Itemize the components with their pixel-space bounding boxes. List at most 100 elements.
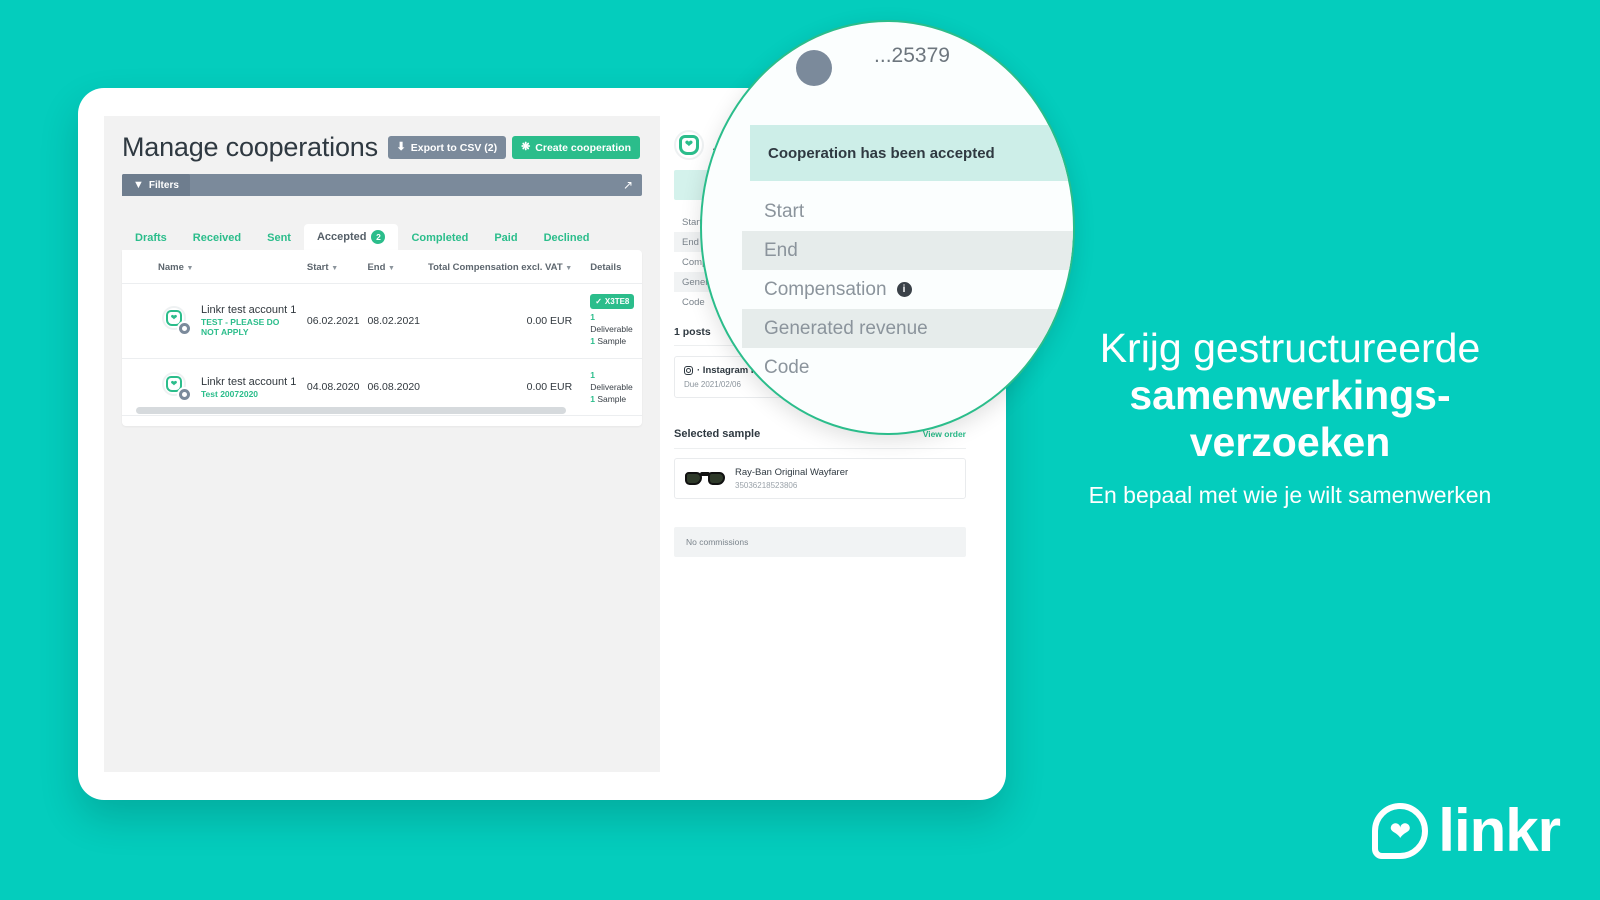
magnified-field-compensation-label: Compensation — [764, 278, 887, 300]
column-details-label: Details — [590, 262, 622, 273]
tab-sent-label: Sent — [267, 232, 291, 244]
sample-count-row: 1 Sample — [590, 335, 638, 347]
sample-count-row: 1 Sample — [590, 393, 638, 405]
column-end-label: End — [367, 262, 386, 273]
create-cooperation-button[interactable]: ❋ Create cooperation — [512, 136, 640, 159]
sort-caret-icon: ▼ — [565, 265, 573, 272]
column-compensation[interactable]: Total Compensation excl. VAT ▼ — [424, 250, 577, 284]
plus-circle-icon: ❋ — [521, 141, 531, 153]
tab-sent[interactable]: Sent — [254, 226, 304, 250]
magnified-field-end-label: End — [764, 239, 798, 261]
chat-bubble-icon — [177, 387, 192, 402]
expand-arrows-icon[interactable]: ↗ — [623, 178, 642, 192]
tab-paid-label: Paid — [494, 232, 518, 244]
row-account-name: Linkr test account 1 — [201, 304, 297, 317]
deliverable-count-row: 1 Deliverable — [590, 369, 638, 394]
cell-details: ✓ X3TE8 1 Deliverable 1 Sample — [576, 283, 642, 359]
deliverable-label: Deliverable — [590, 381, 633, 392]
download-icon: ⬇ — [396, 141, 406, 153]
tab-paid[interactable]: Paid — [481, 226, 530, 250]
info-icon[interactable]: i — [896, 282, 912, 297]
row-campaign-name[interactable]: TEST - PLEASE DO NOT APPLY — [201, 317, 299, 337]
table-row[interactable]: ❤ Linkr test account 1 TEST - PLEASE DO … — [122, 283, 642, 359]
deliverable-count: 1 — [590, 369, 595, 380]
row-campaign-name[interactable]: Test 20072020 — [201, 389, 296, 399]
instagram-icon — [684, 366, 693, 375]
tab-declined[interactable]: Declined — [531, 226, 603, 250]
deliverable-count-row: 1 Deliverable — [590, 311, 638, 336]
deliverable-label: Deliverable — [590, 323, 633, 334]
sort-caret-icon: ▼ — [388, 265, 395, 272]
filters-tab[interactable]: ▼ Filters — [122, 174, 190, 196]
promo-line-1: Krijg gestructureerde — [1099, 325, 1481, 371]
no-commissions-notice: No commissions — [674, 527, 966, 557]
column-end[interactable]: End ▼ — [363, 250, 425, 284]
magnified-field-start: Start — [742, 192, 1073, 231]
code-badge: ✓ X3TE8 — [590, 294, 635, 309]
magnified-avatar — [796, 50, 832, 86]
check-circle-icon: ✓ — [595, 296, 602, 306]
cooperations-table-card: Name ▼ Start ▼ End ▼ Total Compensation … — [122, 250, 642, 426]
column-details: Details — [576, 250, 642, 284]
export-to-csv-button[interactable]: ⬇ Export to CSV (2) — [387, 136, 507, 159]
column-start-label: Start — [306, 262, 329, 273]
sort-caret-icon: ▼ — [186, 265, 194, 272]
tab-accepted-label: Accepted — [316, 231, 367, 243]
tab-received-label: Received — [192, 232, 242, 244]
cell-details: 1 Deliverable 1 Sample — [576, 358, 642, 417]
code-badge-label: X3TE8 — [604, 296, 630, 306]
page-header: Manage cooperations ⬇ Export to CSV (2) … — [122, 132, 642, 163]
header-actions: ⬇ Export to CSV (2) ❋ Create cooperation — [387, 136, 640, 159]
filters-bar[interactable]: ▼ Filters ↗ — [122, 174, 642, 196]
page-title: Manage cooperations — [122, 132, 378, 162]
row-account-name: Linkr test account 1 — [201, 375, 297, 388]
sample-product-name: Ray-Ban Original Wayfarer — [735, 467, 849, 478]
promo-line-3: verzoeken — [1189, 419, 1391, 466]
sample-product-sku: 35036218523806 — [735, 481, 798, 490]
logo-wordmark: linkr — [1438, 797, 1561, 864]
table-header-row: Name ▼ Start ▼ End ▼ Total Compensation … — [122, 250, 642, 284]
create-cooperation-label: Create cooperation — [535, 141, 631, 154]
promo-subtitle: En bepaal met wie je wilt samenwerken — [1088, 482, 1492, 509]
sample-label: Sample — [597, 394, 627, 405]
tab-completed[interactable]: Completed — [398, 226, 481, 250]
cell-compensation: 0.00 EUR — [424, 283, 577, 359]
column-name-label: Name — [158, 262, 184, 273]
funnel-icon: ▼ — [133, 178, 144, 191]
avatar: ❤ — [162, 305, 192, 336]
tab-drafts-label: Drafts — [135, 232, 167, 244]
column-compensation-label: Total Compensation excl. VAT — [428, 262, 563, 273]
tab-accepted[interactable]: Accepted 2 — [303, 224, 399, 250]
filters-label: Filters — [148, 179, 179, 191]
tab-declined-label: Declined — [543, 232, 590, 244]
tab-completed-label: Completed — [411, 232, 469, 244]
deliverable-count: 1 — [590, 311, 595, 322]
tab-received[interactable]: Received — [180, 226, 254, 250]
magnified-field-compensation: Compensation i — [742, 270, 1073, 309]
magnified-field-code-label: Code — [764, 356, 810, 378]
sort-caret-icon: ▼ — [331, 265, 339, 272]
column-start[interactable]: Start ▼ — [302, 250, 364, 284]
sample-product-card[interactable]: Ray-Ban Original Wayfarer 35036218523806 — [674, 458, 966, 499]
sample-count: 1 — [590, 394, 595, 405]
cooperations-panel: Manage cooperations ⬇ Export to CSV (2) … — [104, 116, 660, 772]
chat-bubble-icon — [177, 320, 192, 336]
cell-end: 08.02.2021 — [363, 283, 425, 359]
tab-drafts[interactable]: Drafts — [122, 226, 180, 250]
magnified-status-banner: Cooperation has been accepted — [750, 125, 1073, 181]
horizontal-scrollbar[interactable] — [136, 407, 566, 414]
tab-accepted-badge: 2 — [371, 230, 386, 244]
column-name[interactable]: Name ▼ — [122, 250, 303, 284]
linkr-logo: ❤ linkr — [1372, 796, 1561, 865]
magnified-field-start-label: Start — [764, 200, 805, 222]
cell-start: 06.02.2021 — [302, 283, 364, 359]
heart-shield-icon: ❤ — [1372, 802, 1429, 859]
heart-shield-icon: ❤ — [674, 130, 704, 160]
promo-text-block: Krijg gestructureerde samenwerkings- ver… — [1000, 325, 1580, 509]
avatar: ❤ — [162, 372, 192, 402]
cell-name: ❤ Linkr test account 1 TEST - PLEASE DO … — [122, 283, 303, 359]
status-tabs: Drafts Received Sent Accepted 2 Complete… — [122, 224, 642, 250]
magnified-field-generated-revenue-label: Generated revenue — [764, 317, 928, 339]
cooperations-table: Name ▼ Start ▼ End ▼ Total Compensation … — [122, 250, 642, 417]
export-to-csv-label: Export to CSV (2) — [410, 141, 498, 154]
